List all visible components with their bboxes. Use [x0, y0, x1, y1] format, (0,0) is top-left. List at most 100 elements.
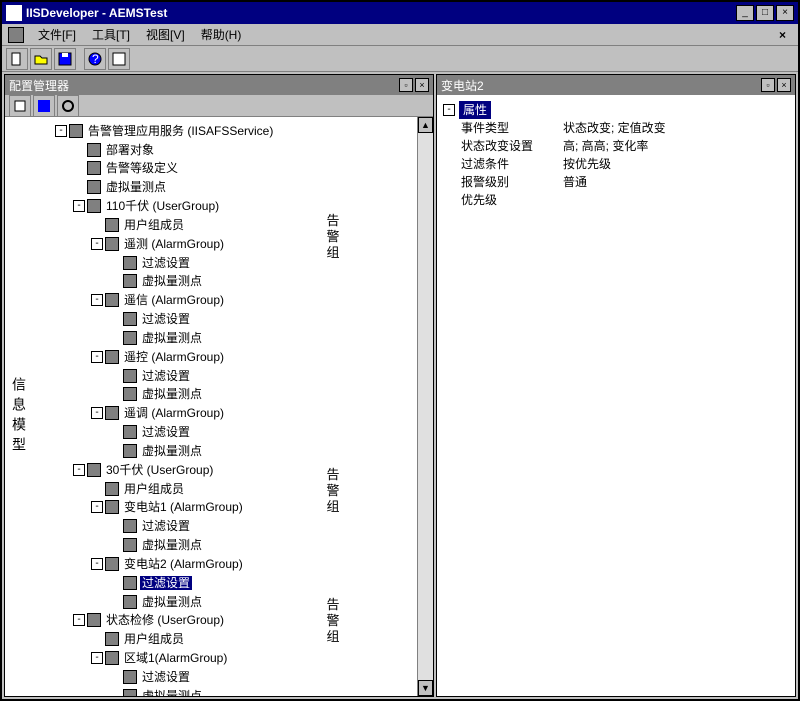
node-label[interactable]: 过滤设置 — [140, 519, 192, 533]
tree-teleadjust[interactable]: - 遥调 (AlarmGroup) — [55, 403, 415, 422]
node-label[interactable]: 虚拟量测点 — [140, 538, 204, 552]
prop-category[interactable]: - 属性 — [443, 101, 789, 119]
tree-deploy[interactable]: 部署对象 — [55, 140, 415, 159]
node-label[interactable]: 遥调 (AlarmGroup) — [122, 406, 226, 420]
node-label[interactable]: 30千伏 (UserGroup) — [104, 463, 215, 477]
scroll-up-button[interactable]: ▲ — [418, 117, 433, 133]
menu-tools[interactable]: 工具[T] — [84, 24, 138, 45]
prop-row[interactable]: 事件类型状态改变; 定值改变 — [443, 119, 789, 137]
node-label[interactable]: 遥信 (AlarmGroup) — [122, 293, 226, 307]
tree-group-30[interactable]: -30千伏 (UserGroup) — [55, 460, 415, 479]
expander-icon[interactable]: - — [91, 501, 103, 513]
expander-icon[interactable]: - — [91, 407, 103, 419]
prop-row[interactable]: 报警级别普通 — [443, 173, 789, 191]
tree-vpoint-3[interactable]: 虚拟量测点 — [55, 328, 415, 347]
expander-icon[interactable]: - — [91, 294, 103, 306]
tree-group-110[interactable]: -110千伏 (UserGroup) — [55, 196, 415, 215]
tree-save-button[interactable] — [33, 95, 55, 117]
tree-vpoint2[interactable]: 虚拟量测点 — [55, 272, 415, 291]
node-label-selected[interactable]: 过滤设置 — [140, 576, 192, 590]
menu-file[interactable]: 文件[F] — [30, 24, 84, 45]
node-label[interactable]: 过滤设置 — [140, 425, 192, 439]
node-label[interactable]: 遥控 (AlarmGroup) — [122, 350, 226, 364]
tree-vpoint[interactable]: 虚拟量测点 — [55, 177, 415, 196]
node-label[interactable]: 过滤设置 — [140, 369, 192, 383]
tree-status-repair[interactable]: - 状态检修 (UserGroup) — [55, 611, 415, 630]
node-label[interactable]: 告警等级定义 — [104, 161, 180, 175]
expander-icon[interactable]: - — [91, 238, 103, 250]
tree-filter-2[interactable]: 过滤设置 — [55, 309, 415, 328]
node-label[interactable]: 状态检修 (UserGroup) — [104, 613, 226, 627]
node-label[interactable]: 110千伏 (UserGroup) — [104, 199, 221, 213]
toolbar-help-button[interactable]: ? — [84, 48, 106, 70]
tree-substation2[interactable]: -变电站2 (AlarmGroup) — [55, 554, 415, 573]
tree-new-button[interactable] — [9, 95, 31, 117]
left-close-button[interactable]: × — [415, 78, 429, 92]
expander-icon[interactable]: - — [443, 104, 455, 116]
prop-row[interactable]: 过滤条件按优先级 — [443, 155, 789, 173]
tree-vpoint-7[interactable]: 虚拟量测点 — [55, 592, 415, 611]
tree-vpoint-4[interactable]: 虚拟量测点 — [55, 385, 415, 404]
tree-zone1[interactable]: - 区域1(AlarmGroup) — [55, 648, 415, 667]
doc-close-button[interactable]: × — [773, 26, 792, 44]
tree-members-2[interactable]: 用户组成员 — [55, 479, 415, 498]
tree-filter-6[interactable]: 过滤设置 — [55, 667, 415, 686]
toolbar-open-button[interactable] — [30, 48, 52, 70]
node-label[interactable]: 区域1(AlarmGroup) — [122, 651, 229, 665]
left-scrollbar[interactable]: ▲ ▼ — [417, 117, 433, 696]
menu-view[interactable]: 视图[V] — [138, 24, 193, 45]
prop-row[interactable]: 状态改变设置高; 高高; 变化率 — [443, 137, 789, 155]
right-close-button[interactable]: × — [777, 78, 791, 92]
prop-row[interactable]: 优先级 — [443, 191, 789, 209]
tree-filter-sel[interactable]: 过滤设置 — [55, 573, 415, 592]
node-label[interactable]: 虚拟量测点 — [104, 180, 168, 194]
node-label[interactable]: 虚拟量测点 — [140, 387, 204, 401]
node-label[interactable]: 过滤设置 — [140, 312, 192, 326]
node-label[interactable]: 用户组成员 — [122, 218, 186, 232]
node-label[interactable]: 过滤设置 — [140, 670, 192, 684]
minimize-button[interactable]: _ — [736, 5, 754, 21]
node-label[interactable]: 用户组成员 — [122, 482, 186, 496]
tree-members[interactable]: 用户组成员 — [55, 215, 415, 234]
scroll-track[interactable] — [418, 133, 433, 680]
prop-value[interactable]: 高; 高高; 变化率 — [563, 137, 789, 155]
node-label[interactable]: 变电站1 (AlarmGroup) — [122, 500, 245, 514]
node-label[interactable]: 变电站2 (AlarmGroup) — [122, 557, 245, 571]
close-button[interactable]: × — [776, 5, 794, 21]
tree-vpoint-6[interactable]: 虚拟量测点 — [55, 535, 415, 554]
right-pin-button[interactable]: ▫ — [761, 78, 775, 92]
node-label[interactable]: 部署对象 — [104, 143, 156, 157]
node-label[interactable]: 遥测 (AlarmGroup) — [122, 237, 226, 251]
tree-telecontrol[interactable]: - 遥控 (AlarmGroup) — [55, 347, 415, 366]
maximize-button[interactable]: □ — [756, 5, 774, 21]
prop-value[interactable]: 普通 — [563, 173, 789, 191]
node-label[interactable]: 虚拟量测点 — [140, 595, 204, 609]
tree-refresh-button[interactable] — [57, 95, 79, 117]
expander-icon[interactable]: - — [91, 652, 103, 664]
tree-alarm-level[interactable]: 告警等级定义 — [55, 159, 415, 178]
expander-icon[interactable]: - — [73, 614, 85, 626]
tree-filter-5[interactable]: 过滤设置 — [55, 516, 415, 535]
expander-icon[interactable]: - — [91, 351, 103, 363]
tree-vpoint-8[interactable]: 虚拟量测点 — [55, 686, 415, 696]
tree-telemetry[interactable]: - 遥测 (AlarmGroup) — [55, 234, 415, 253]
prop-value[interactable] — [563, 191, 789, 209]
prop-value[interactable]: 按优先级 — [563, 155, 789, 173]
node-label[interactable]: 用户组成员 — [122, 632, 186, 646]
tree-filter-3[interactable]: 过滤设置 — [55, 366, 415, 385]
node-label[interactable]: 虚拟量测点 — [140, 689, 204, 696]
expander-icon[interactable]: - — [55, 125, 67, 137]
tree-substation1[interactable]: - 变电站1 (AlarmGroup) — [55, 498, 415, 517]
toolbar-new-button[interactable] — [6, 48, 28, 70]
scroll-down-button[interactable]: ▼ — [418, 680, 433, 696]
tree-members-3[interactable]: 用户组成员 — [55, 629, 415, 648]
node-label[interactable]: 虚拟量测点 — [140, 331, 204, 345]
tree-filter-4[interactable]: 过滤设置 — [55, 422, 415, 441]
node-label[interactable]: 虚拟量测点 — [140, 444, 204, 458]
tree-filter[interactable]: 过滤设置 — [55, 253, 415, 272]
node-label[interactable]: 虚拟量测点 — [140, 274, 204, 288]
prop-value[interactable]: 状态改变; 定值改变 — [563, 119, 789, 137]
tree-telemsg[interactable]: - 遥信 (AlarmGroup) — [55, 290, 415, 309]
node-label[interactable]: 告警管理应用服务 (IISAFSService) — [86, 124, 275, 138]
toolbar-save-button[interactable] — [54, 48, 76, 70]
